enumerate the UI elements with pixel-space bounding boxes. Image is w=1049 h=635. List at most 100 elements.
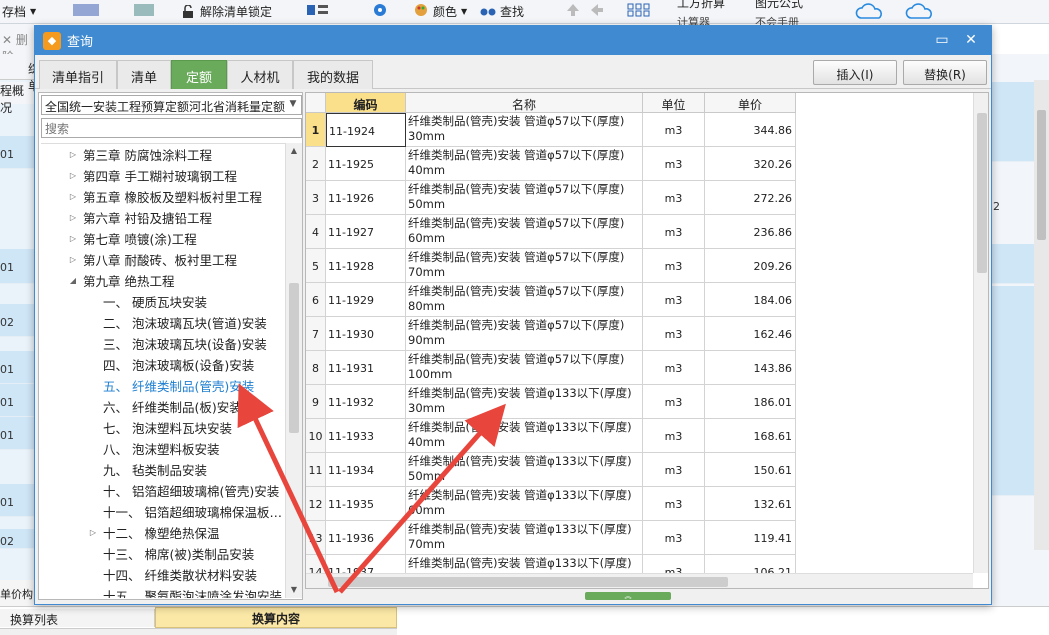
cell-name[interactable]: 纤维类制品(管壳)安装 管道φ133以下(厚度) 40mm [406, 419, 643, 453]
cell-price[interactable]: 320.26 [705, 147, 796, 181]
tree-node[interactable]: 十三、 棉席(被)类制品安装 [87, 543, 254, 564]
tree-node[interactable]: 十四、 纤维类散状材料安装 [87, 564, 257, 585]
tree-node[interactable]: 二、 泡沫玻璃瓦块(管道)安装 [87, 312, 267, 333]
header-name[interactable]: 名称 [406, 93, 643, 113]
tree-node[interactable]: 十五、 聚氨酯泡沫喷涂发泡安装 [87, 585, 282, 598]
cell-unit[interactable]: m3 [643, 317, 705, 351]
table-row[interactable]: 5 11-1928 纤维类制品(管壳)安装 管道φ57以下(厚度) 70mm m3 20… [306, 249, 796, 283]
dialog-title-bar[interactable]: ◆ 查询 ▭ ✕ [35, 26, 991, 55]
tab-list-guide[interactable]: 清单指引 [39, 60, 117, 89]
tab-conversion-content[interactable]: 换算内容 [155, 607, 397, 628]
cell-price[interactable]: 236.86 [705, 215, 796, 249]
tree-scrollbar[interactable]: ▲ ▼ [285, 143, 302, 598]
right-scroll-thumb[interactable] [1037, 110, 1046, 240]
cell-name[interactable]: 纤维类制品(管壳)安装 管道φ133以下(厚度) 60mm [406, 487, 643, 521]
tree-node[interactable]: 五、 纤维类制品(管壳)安装 [87, 375, 254, 396]
tree-tool-icon[interactable] [305, 3, 331, 17]
resize-grip[interactable]: ︽ [585, 592, 671, 600]
collapsed-triangle-icon[interactable]: ▷ [67, 171, 79, 180]
grid-view-icon[interactable] [627, 3, 651, 17]
collapsed-triangle-icon[interactable]: ▷ [67, 234, 79, 243]
delete-tool[interactable]: ✕ 删除 [0, 24, 34, 64]
cell-code[interactable]: 11-1932 [326, 385, 406, 419]
row-number[interactable]: 9 [306, 385, 326, 419]
maximize-icon[interactable]: ▭ [933, 31, 951, 49]
table-row[interactable]: 2 11-1925 纤维类制品(管壳)安装 管道φ57以下(厚度) 40mm m3 32… [306, 147, 796, 181]
cell-unit[interactable]: m3 [643, 419, 705, 453]
cell-name[interactable]: 纤维类制品(管壳)安装 管道φ57以下(厚度) 100mm [406, 351, 643, 385]
collapsed-triangle-icon[interactable]: ▷ [67, 255, 79, 264]
tab-list[interactable]: 清单 [117, 60, 171, 89]
cell-price[interactable]: 344.86 [705, 113, 796, 147]
library-select[interactable]: 全国统一安装工程预算定额河北省消耗量定额 ▼ [41, 95, 302, 115]
tree-node[interactable]: 四、 泡沫玻璃板(设备)安装 [87, 354, 254, 375]
cell-unit[interactable]: m3 [643, 351, 705, 385]
cell-code[interactable]: 11-1936 [326, 521, 406, 555]
expanded-triangle-icon[interactable]: ◢ [67, 276, 79, 285]
table-row[interactable]: 6 11-1929 纤维类制品(管壳)安装 管道φ57以下(厚度) 80mm m3 18… [306, 283, 796, 317]
color-button[interactable]: 颜色 ▼ [413, 3, 467, 20]
cell-code[interactable]: 11-1927 [326, 215, 406, 249]
tree-node[interactable]: ▷ 第三章 防腐蚀涂料工程 [67, 144, 212, 165]
collapsed-triangle-icon[interactable]: ▷ [67, 150, 79, 159]
cell-code[interactable]: 11-1931 [326, 351, 406, 385]
table-row[interactable]: 8 11-1931 纤维类制品(管壳)安装 管道φ57以下(厚度) 100mm m3 1… [306, 351, 796, 385]
table-row[interactable]: 13 11-1936 纤维类制品(管壳)安装 管道φ133以下(厚度) 70mm m3… [306, 521, 796, 555]
cell-price[interactable]: 162.46 [705, 317, 796, 351]
up-arrow-icon[interactable] [566, 3, 580, 17]
table-icon[interactable] [130, 3, 158, 17]
tree-node[interactable]: ▷ 第四章 手工糊衬玻璃钢工程 [67, 165, 237, 186]
cell-code[interactable]: 11-1925 [326, 147, 406, 181]
collapsed-triangle-icon[interactable]: ▷ [87, 528, 99, 537]
save-tool[interactable]: 存档 ▼ [2, 3, 36, 20]
row-number[interactable]: 13 [306, 521, 326, 555]
list-icon[interactable] [72, 3, 100, 17]
cell-code[interactable]: 11-1929 [326, 283, 406, 317]
tree-node[interactable]: ▷ 十二、 橡塑绝热保温 [87, 522, 220, 543]
formula-button[interactable]: 图元公式 [755, 0, 803, 11]
replace-button[interactable]: 替换(R) [903, 60, 987, 85]
row-number[interactable]: 6 [306, 283, 326, 317]
row-number[interactable]: 3 [306, 181, 326, 215]
search-input[interactable] [41, 118, 302, 138]
table-row[interactable]: 12 11-1935 纤维类制品(管壳)安装 管道φ133以下(厚度) 60mm m3… [306, 487, 796, 521]
left-arrow-icon[interactable] [590, 3, 604, 17]
insert-button[interactable]: 插入(I) [813, 60, 897, 85]
cell-unit[interactable]: m3 [643, 147, 705, 181]
cell-unit[interactable]: m3 [643, 521, 705, 555]
tab-labor-material[interactable]: 人材机 [227, 60, 293, 89]
cell-price[interactable]: 186.01 [705, 385, 796, 419]
row-number[interactable]: 4 [306, 215, 326, 249]
scroll-up-icon[interactable]: ▲ [286, 143, 302, 159]
cell-price[interactable]: 150.61 [705, 453, 796, 487]
row-number[interactable]: 10 [306, 419, 326, 453]
cell-code[interactable]: 11-1934 [326, 453, 406, 487]
cell-name[interactable]: 纤维类制品(管壳)安装 管道φ57以下(厚度) 70mm [406, 249, 643, 283]
tree-node[interactable]: 六、 纤维类制品(板)安装 [87, 396, 242, 417]
tree-node[interactable]: ▷ 第六章 衬铅及搪铅工程 [67, 207, 212, 228]
cell-name[interactable]: 纤维类制品(管壳)安装 管道φ133以下(厚度) 50mm [406, 453, 643, 487]
row-number[interactable]: 12 [306, 487, 326, 521]
cloud-sync-icon[interactable] [855, 3, 887, 21]
cell-name[interactable]: 纤维类制品(管壳)安装 管道φ57以下(厚度) 50mm [406, 181, 643, 215]
table-row[interactable]: 9 11-1932 纤维类制品(管壳)安装 管道φ133以下(厚度) 30mm m3 1… [306, 385, 796, 419]
cell-name[interactable]: 纤维类制品(管壳)安装 管道φ133以下(厚度) 30mm [406, 385, 643, 419]
cell-name[interactable]: 纤维类制品(管壳)安装 管道φ57以下(厚度) 30mm [406, 113, 643, 147]
cell-price[interactable]: 143.86 [705, 351, 796, 385]
grid-scrollbar[interactable] [973, 93, 988, 573]
tree-node[interactable]: 十一、 铝箔超细玻璃棉保温板… [87, 501, 282, 522]
cell-code[interactable]: 11-1933 [326, 419, 406, 453]
row-number[interactable]: 2 [306, 147, 326, 181]
tree-node[interactable]: 三、 泡沫玻璃瓦块(设备)安装 [87, 333, 267, 354]
row-number[interactable]: 7 [306, 317, 326, 351]
cell-code[interactable]: 11-1928 [326, 249, 406, 283]
cell-price[interactable]: 168.61 [705, 419, 796, 453]
cell-unit[interactable]: m3 [643, 487, 705, 521]
tree-node[interactable]: ▷ 第七章 喷镀(涂)工程 [67, 228, 197, 249]
tree-node[interactable]: 七、 泡沫塑料瓦块安装 [87, 417, 232, 438]
tree-node[interactable]: 八、 泡沫塑料板安装 [87, 438, 219, 459]
cell-name[interactable]: 纤维类制品(管壳)安装 管道φ57以下(厚度) 40mm [406, 147, 643, 181]
cell-name[interactable]: 纤维类制品(管壳)安装 管道φ57以下(厚度) 90mm [406, 317, 643, 351]
tree-node[interactable]: 九、 毡类制品安装 [87, 459, 207, 480]
quantity-convert-button[interactable]: 工方折算 [677, 0, 725, 11]
